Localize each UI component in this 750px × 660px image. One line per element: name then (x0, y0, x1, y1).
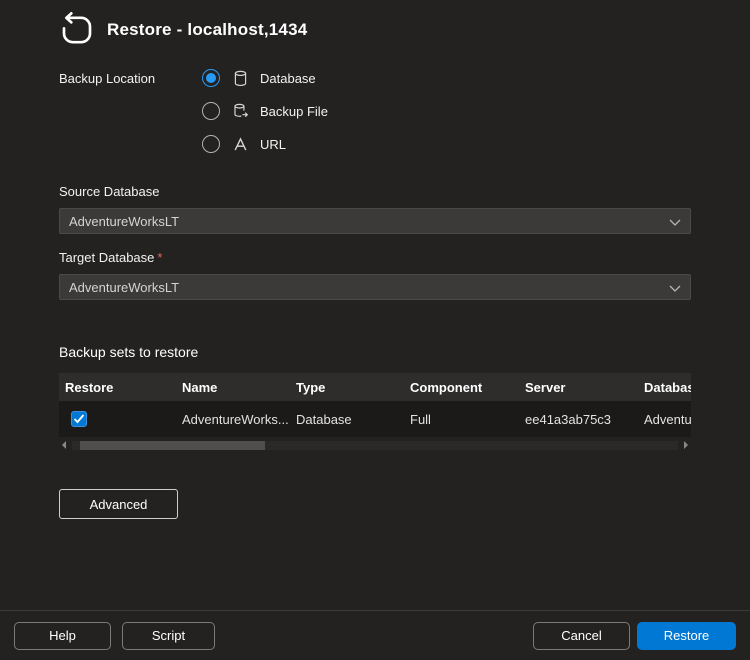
target-database-label: Target Database* (59, 250, 691, 265)
dialog-footer: Help Script Cancel Restore (0, 610, 750, 660)
cell-type: Database (290, 412, 404, 427)
radio-option-database[interactable]: Database (202, 68, 328, 88)
column-header-restore: Restore (59, 380, 176, 395)
table-row[interactable]: AdventureWorks... Database Full ee41a3ab… (59, 401, 691, 437)
column-header-type: Type (290, 380, 404, 395)
cell-component: Full (404, 412, 519, 427)
backup-location-section: Backup Location Database (59, 68, 691, 154)
cell-server: ee41a3ab75c3 (519, 412, 638, 427)
restore-dialog: Restore - localhost,1434 Backup Location… (0, 0, 750, 519)
source-database-label: Source Database (59, 184, 691, 199)
source-database-select[interactable]: AdventureWorksLT (59, 208, 691, 234)
target-database-value: AdventureWorksLT (69, 280, 179, 295)
database-icon (231, 70, 249, 87)
radio-option-backup-file[interactable]: Backup File (202, 101, 328, 121)
chevron-down-icon (669, 280, 681, 295)
required-marker: * (157, 250, 162, 265)
source-database-value: AdventureWorksLT (69, 214, 179, 229)
footer-right-buttons: Cancel Restore (533, 622, 736, 650)
cell-name: AdventureWorks... (176, 412, 290, 427)
cell-database: Adventu... (638, 412, 691, 427)
backup-location-label: Backup Location (59, 68, 202, 154)
scroll-right-arrow[interactable] (681, 440, 691, 450)
dialog-header: Restore - localhost,1434 (0, 0, 750, 50)
script-button[interactable]: Script (122, 622, 215, 650)
restore-button[interactable]: Restore (637, 622, 736, 650)
horizontal-scrollbar[interactable] (59, 439, 691, 451)
column-header-database: Database (638, 380, 691, 395)
scroll-left-arrow[interactable] (59, 440, 69, 450)
restore-checkbox[interactable] (71, 411, 87, 427)
target-database-select[interactable]: AdventureWorksLT (59, 274, 691, 300)
dialog-title: Restore - localhost,1434 (107, 20, 307, 40)
column-header-component: Component (404, 380, 519, 395)
backup-sets-table: Restore Name Type Component Server Datab… (59, 373, 691, 451)
help-button[interactable]: Help (14, 622, 111, 650)
radio-button-database[interactable] (202, 69, 220, 87)
table-header-row: Restore Name Type Component Server Datab… (59, 373, 691, 401)
radio-label-url: URL (260, 137, 286, 152)
url-icon (231, 136, 249, 153)
radio-button-url[interactable] (202, 135, 220, 153)
backup-sets-title: Backup sets to restore (59, 344, 691, 360)
dialog-body: Backup Location Database (0, 68, 750, 519)
radio-label-database: Database (260, 71, 316, 86)
advanced-button[interactable]: Advanced (59, 489, 178, 519)
backup-location-radio-group: Database Backup File (202, 68, 328, 154)
restore-icon (57, 10, 97, 50)
scrollbar-thumb[interactable] (80, 441, 265, 450)
radio-button-backup-file[interactable] (202, 102, 220, 120)
backup-file-icon (231, 103, 249, 120)
radio-label-backup-file: Backup File (260, 104, 328, 119)
chevron-down-icon (669, 214, 681, 229)
column-header-server: Server (519, 380, 638, 395)
column-header-name: Name (176, 380, 290, 395)
cancel-button[interactable]: Cancel (533, 622, 630, 650)
scrollbar-track[interactable] (72, 441, 678, 450)
radio-option-url[interactable]: URL (202, 134, 328, 154)
